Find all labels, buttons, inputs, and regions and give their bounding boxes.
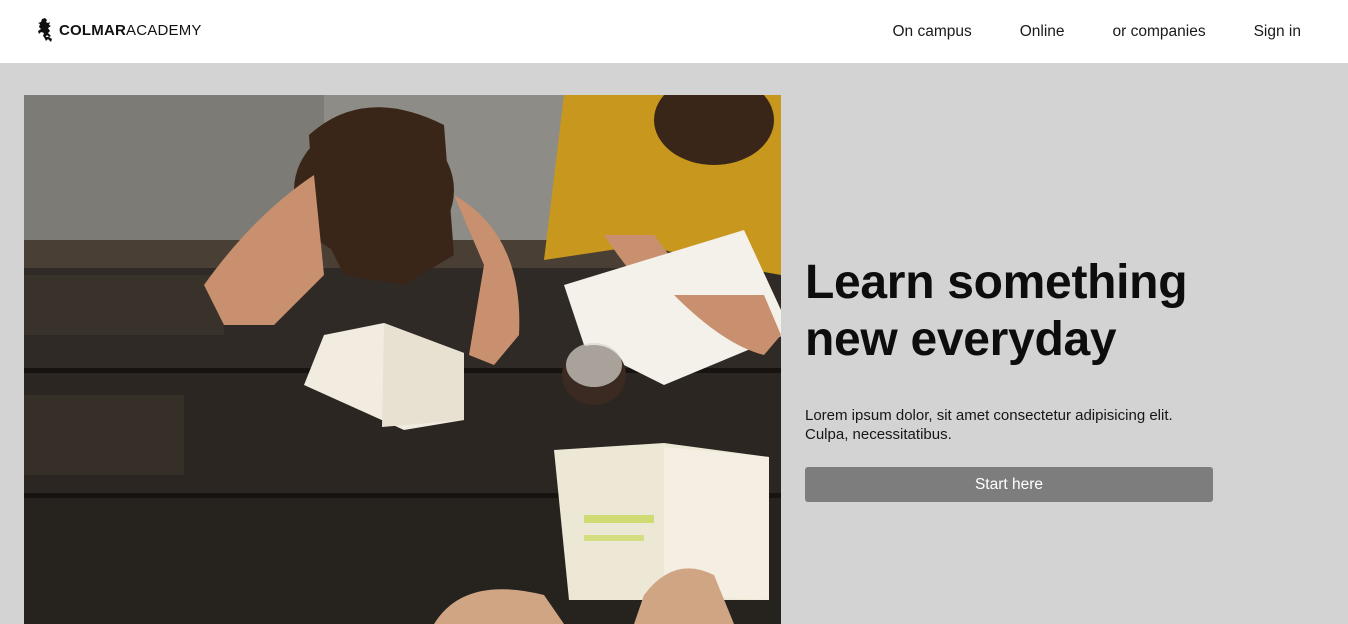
top-navigation-bar: COLMARACADEMY On campus Online or compan…	[0, 0, 1348, 63]
brand-name-light: ACADEMY	[126, 21, 202, 39]
brand-name: COLMARACADEMY	[59, 22, 202, 39]
hero-headline-line2: new everyday	[805, 313, 1117, 366]
hero-content: Learn something new everyday Lorem ipsum…	[805, 254, 1225, 502]
start-here-button[interactable]: Start here	[805, 467, 1213, 502]
brand-name-bold: COLMAR	[59, 21, 127, 39]
hero-image	[24, 95, 781, 624]
nav-link-companies[interactable]: or companies	[1113, 22, 1206, 42]
hero-description-line1: Lorem ipsum dolor, sit amet consectetur …	[805, 407, 1173, 424]
nav-link-sign-in[interactable]: Sign in	[1254, 22, 1301, 42]
hero-description: Lorem ipsum dolor, sit amet consectetur …	[805, 406, 1205, 444]
main-nav: On campus Online or companies Sign in	[892, 22, 1301, 42]
nav-link-online[interactable]: Online	[1020, 22, 1065, 42]
hero-headline: Learn something new everyday	[805, 254, 1225, 368]
hero-headline-line1: Learn something	[805, 256, 1188, 309]
brand-logo[interactable]: COLMARACADEMY	[36, 16, 202, 44]
nav-link-on-campus[interactable]: On campus	[892, 22, 971, 42]
hero-description-line2: Culpa, necessitatibus.	[805, 426, 952, 443]
lion-rampant-icon	[38, 18, 52, 42]
